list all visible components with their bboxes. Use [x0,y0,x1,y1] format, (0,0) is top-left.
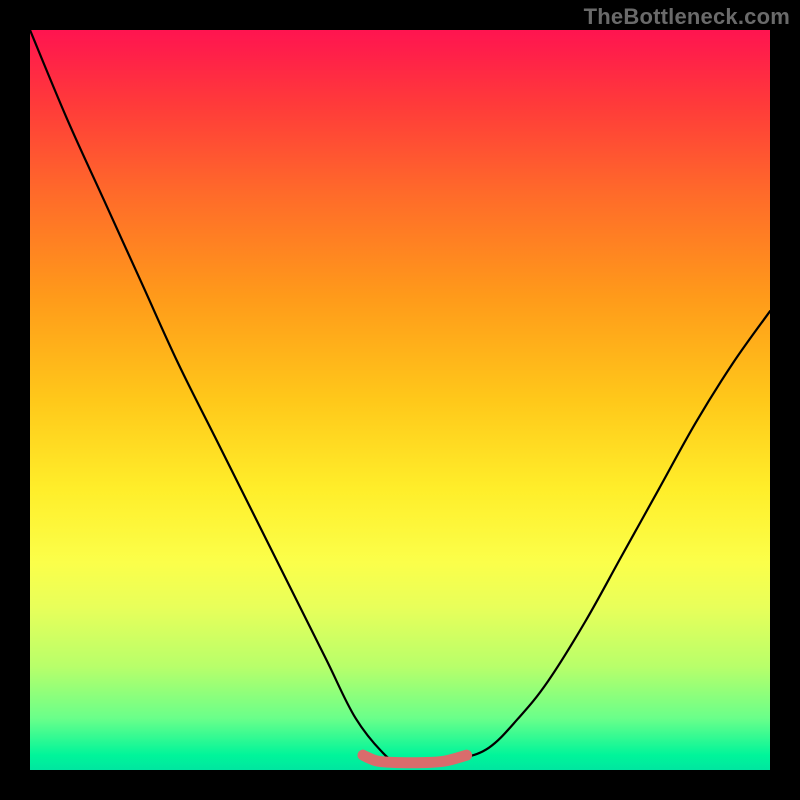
bottleneck-curve [30,30,770,763]
chart-frame: TheBottleneck.com [0,0,800,800]
flat-low-marker [363,755,467,763]
plot-svg [30,30,770,770]
plot-area [30,30,770,770]
watermark-label: TheBottleneck.com [584,4,790,30]
